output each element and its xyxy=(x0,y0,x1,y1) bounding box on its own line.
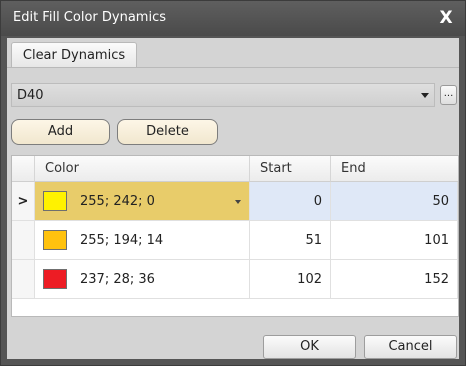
end-column-header[interactable]: End xyxy=(331,156,458,182)
color-swatch xyxy=(43,230,67,250)
chevron-down-icon[interactable] xyxy=(235,200,241,204)
color-cell[interactable]: 255; 242; 0 xyxy=(35,182,250,221)
toolbar-divider xyxy=(7,67,459,68)
color-cell[interactable]: 255; 194; 14 xyxy=(35,221,250,260)
dialog-title: Edit Fill Color Dynamics xyxy=(13,10,166,25)
chevron-down-icon[interactable] xyxy=(421,93,429,98)
title-bar[interactable]: Edit Fill Color Dynamics X xyxy=(1,1,465,36)
table-row[interactable]: 237; 28; 36 102 152 xyxy=(12,260,458,299)
row-selector-header xyxy=(12,156,35,182)
color-swatch xyxy=(43,269,67,289)
dynamics-selected-value: D40 xyxy=(17,88,44,103)
dynamics-dropdown[interactable]: D40 xyxy=(11,83,435,107)
color-value: 237; 28; 36 xyxy=(80,272,155,287)
color-dynamics-grid: Color Start End > 255; 242; 0 0 50 255; … xyxy=(11,155,459,317)
start-column-header[interactable]: Start xyxy=(250,156,331,182)
cancel-button[interactable]: Cancel xyxy=(364,335,457,359)
delete-button[interactable]: Delete xyxy=(117,119,218,145)
start-cell[interactable]: 102 xyxy=(250,260,331,299)
row-selector[interactable] xyxy=(12,260,35,299)
clear-dynamics-button[interactable]: Clear Dynamics xyxy=(11,42,137,68)
end-cell[interactable]: 152 xyxy=(331,260,458,299)
table-row[interactable]: > 255; 242; 0 0 50 xyxy=(12,182,458,221)
color-column-header[interactable]: Color xyxy=(35,156,250,182)
color-cell[interactable]: 237; 28; 36 xyxy=(35,260,250,299)
close-icon[interactable]: X xyxy=(437,9,455,27)
row-selector[interactable]: > xyxy=(12,182,35,221)
end-cell[interactable]: 101 xyxy=(331,221,458,260)
start-cell[interactable]: 0 xyxy=(250,182,331,221)
start-cell[interactable]: 51 xyxy=(250,221,331,260)
current-row-arrow-icon: > xyxy=(17,194,29,209)
row-selector[interactable] xyxy=(12,221,35,260)
add-button[interactable]: Add xyxy=(11,119,110,145)
dialog-body: Clear Dynamics D40 ... Add Delete Color … xyxy=(7,38,459,359)
color-value: 255; 194; 14 xyxy=(80,233,164,248)
color-value: 255; 242; 0 xyxy=(80,194,155,209)
ok-button[interactable]: OK xyxy=(263,335,356,359)
table-row[interactable]: 255; 194; 14 51 101 xyxy=(12,221,458,260)
color-swatch xyxy=(43,191,67,211)
browse-dynamics-button[interactable]: ... xyxy=(440,85,457,105)
end-cell[interactable]: 50 xyxy=(331,182,458,221)
edit-fill-color-dynamics-dialog: Edit Fill Color Dynamics X Clear Dynamic… xyxy=(0,0,466,366)
